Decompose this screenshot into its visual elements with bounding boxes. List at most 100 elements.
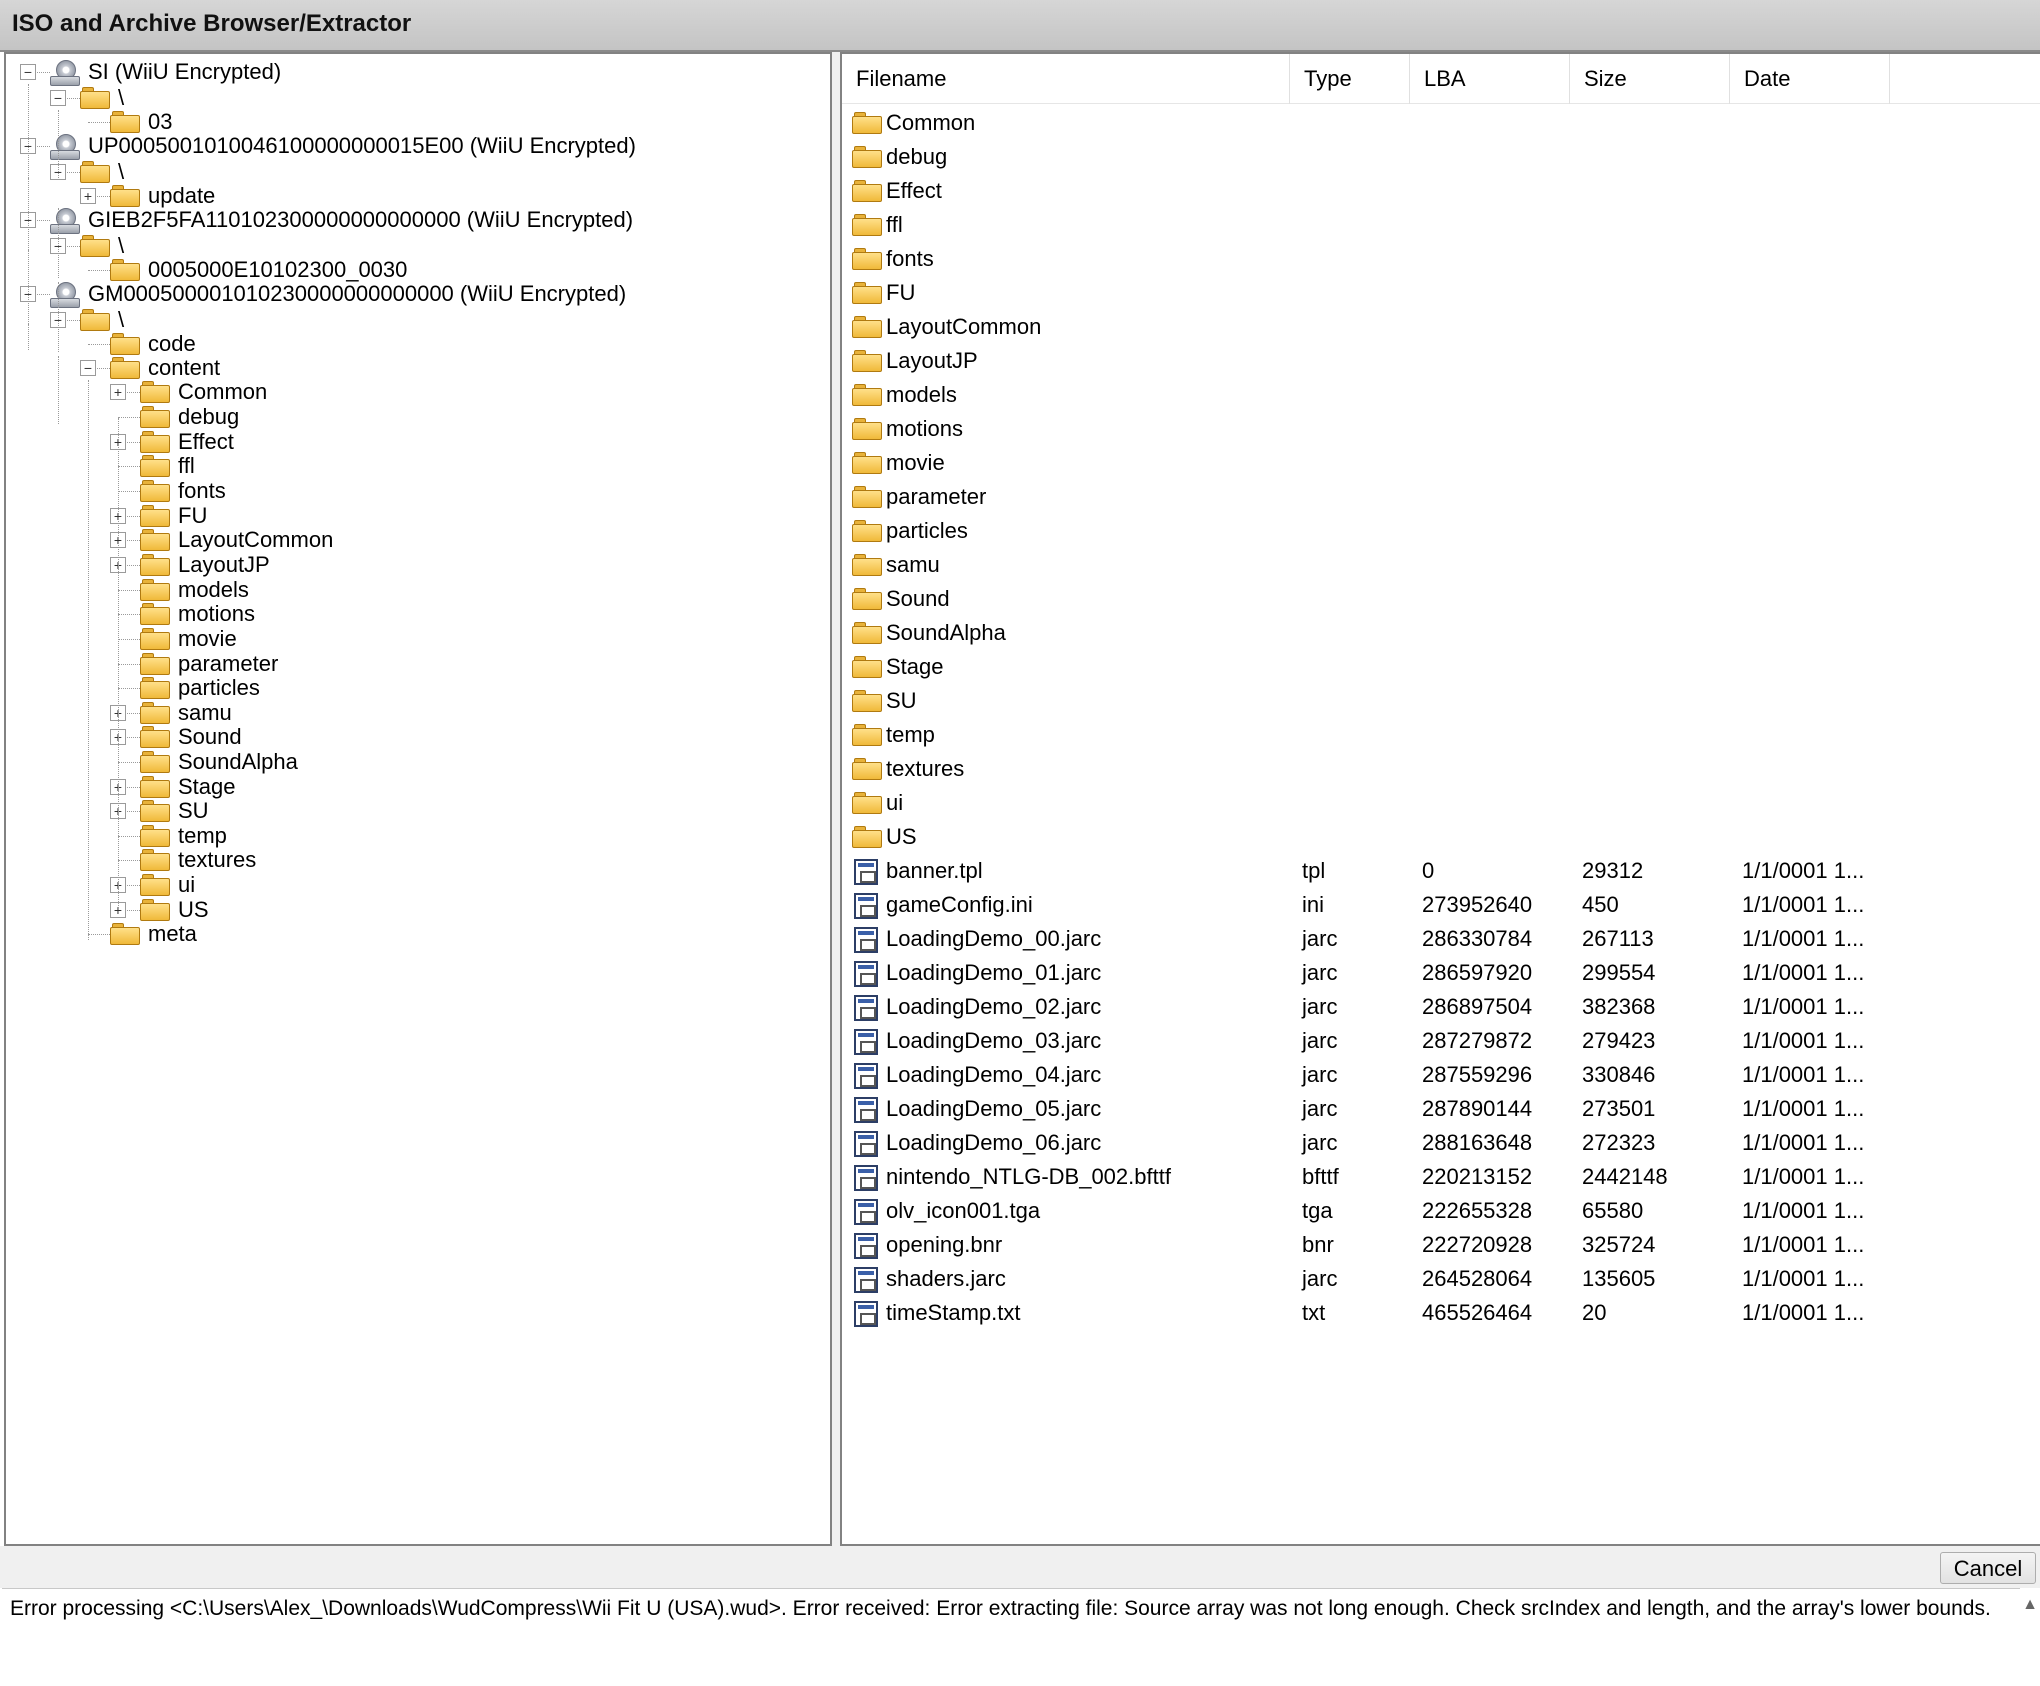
lba-cell: 222655328 — [1422, 1198, 1533, 1223]
size-cell: 272323 — [1582, 1130, 1656, 1155]
list-row-folder[interactable]: debug — [842, 140, 2040, 174]
folder-icon — [140, 848, 170, 872]
filename-cell: Sound — [886, 586, 950, 611]
lba-cell: 465526464 — [1422, 1300, 1533, 1325]
tree-connector — [118, 417, 140, 418]
list-row-file[interactable]: timeStamp.txt txt 465526464 20 1/1/0001 1... — [842, 1296, 2040, 1330]
tree-node-label: meta — [148, 921, 197, 946]
filename-cell: LayoutCommon — [886, 314, 1042, 339]
folder-icon — [140, 873, 170, 897]
list-row-folder[interactable]: motions — [842, 412, 2040, 446]
list-row-file[interactable]: LoadingDemo_00.jarc jarc 286330784 267113 1/… — [842, 922, 2040, 956]
filename-cell: Stage — [886, 654, 944, 679]
list-row-folder[interactable]: LayoutCommon — [842, 310, 2040, 344]
list-row-folder[interactable]: models — [842, 378, 2040, 412]
column-header-size[interactable]: Size — [1570, 54, 1730, 104]
expand-icon[interactable]: + — [80, 188, 96, 204]
filename-cell: ffl — [886, 212, 903, 237]
folder-icon — [140, 627, 170, 651]
filename-cell: olv_icon001.tga — [886, 1198, 1041, 1223]
folder-icon — [852, 485, 882, 509]
scroll-up-arrow-icon[interactable]: ▲ — [2022, 1596, 2038, 1616]
tree-connector — [118, 688, 140, 689]
list-row-file[interactable]: opening.bnr bnr 222720928 325724 1/1/0001 1.… — [842, 1228, 2040, 1262]
folder-icon — [140, 824, 170, 848]
list-row-folder[interactable]: Sound — [842, 582, 2040, 616]
filename-cell: LoadingDemo_01.jarc — [886, 960, 1102, 985]
date-cell: 1/1/0001 1... — [1742, 858, 1865, 883]
file-icon — [854, 961, 878, 987]
list-row-folder[interactable]: ui — [842, 786, 2040, 820]
collapse-icon[interactable]: − — [20, 64, 36, 80]
list-row-folder[interactable]: SU — [842, 684, 2040, 718]
date-cell: 1/1/0001 1... — [1742, 892, 1865, 917]
list-row-file[interactable]: LoadingDemo_02.jarc jarc 286897504 382368 1/… — [842, 990, 2040, 1024]
folder-icon — [140, 553, 170, 577]
list-row-folder[interactable]: parameter — [842, 480, 2040, 514]
list-row-folder[interactable]: particles — [842, 514, 2040, 548]
list-row-folder[interactable]: samu — [842, 548, 2040, 582]
list-row-file[interactable]: gameConfig.ini ini 273952640 450 1/1/0001 1.… — [842, 888, 2040, 922]
list-row-file[interactable]: banner.tpl tpl 0 29312 1/1/0001 1... — [842, 854, 2040, 888]
collapse-icon[interactable]: − — [50, 90, 66, 106]
list-row-file[interactable]: LoadingDemo_05.jarc jarc 287890144 273501 1/… — [842, 1092, 2040, 1126]
list-row-file[interactable]: shaders.jarc jarc 264528064 135605 1/1/0001 … — [842, 1262, 2040, 1296]
folder-icon — [852, 587, 882, 611]
list-row-folder[interactable]: Effect — [842, 174, 2040, 208]
list-row-folder[interactable]: SoundAlpha — [842, 616, 2040, 650]
filename-cell: ui — [886, 790, 904, 815]
filename-cell: SoundAlpha — [886, 620, 1006, 645]
list-row-folder[interactable]: ffl — [842, 208, 2040, 242]
file-list-view[interactable]: Filename Type LBA Size Date Common debug E… — [840, 52, 2040, 1546]
list-row-folder[interactable]: FU — [842, 276, 2040, 310]
list-row-file[interactable]: LoadingDemo_04.jarc jarc 287559296 330846 1/… — [842, 1058, 2040, 1092]
expand-icon[interactable]: + — [110, 384, 126, 400]
collapse-icon[interactable]: − — [80, 360, 96, 376]
type-cell: bnr — [1302, 1232, 1334, 1257]
list-row-file[interactable]: nintendo_NTLG-DB_002.bfttf bfttf 220213152… — [842, 1160, 2040, 1194]
list-row-file[interactable]: LoadingDemo_03.jarc jarc 287279872 279423 1/… — [842, 1024, 2040, 1058]
column-header-filename[interactable]: Filename — [842, 54, 1290, 104]
tree-connector — [118, 418, 119, 908]
folder-icon — [852, 349, 882, 373]
list-row-folder[interactable]: Stage — [842, 650, 2040, 684]
file-icon — [854, 1233, 878, 1259]
list-row-folder[interactable]: movie — [842, 446, 2040, 480]
list-row-folder[interactable]: Common — [842, 106, 2040, 140]
tree-connector — [88, 344, 110, 345]
list-row-folder[interactable]: temp — [842, 718, 2040, 752]
cancel-button[interactable]: Cancel — [1940, 1552, 2036, 1584]
filename-cell: temp — [886, 722, 935, 747]
list-row-file[interactable]: olv_icon001.tga tga 222655328 65580 1/1/0001… — [842, 1194, 2040, 1228]
filename-cell: LoadingDemo_06.jarc — [886, 1130, 1102, 1155]
folder-icon — [140, 701, 170, 725]
folder-icon — [852, 519, 882, 543]
tree-connector — [58, 110, 59, 180]
column-header-lba[interactable]: LBA — [1410, 54, 1570, 104]
lba-cell: 220213152 — [1422, 1164, 1533, 1189]
folder-icon — [140, 528, 170, 552]
folder-icon — [852, 689, 882, 713]
date-cell: 1/1/0001 1... — [1742, 1266, 1865, 1291]
column-header-type[interactable]: Type — [1290, 54, 1410, 104]
splitter[interactable] — [832, 52, 840, 1546]
date-cell: 1/1/0001 1... — [1742, 1130, 1865, 1155]
lba-cell: 286330784 — [1422, 926, 1533, 951]
tree-connector — [58, 282, 59, 352]
list-row-folder[interactable]: US — [842, 820, 2040, 854]
filename-cell: debug — [886, 144, 948, 169]
folder-icon — [140, 504, 170, 528]
folder-icon — [110, 922, 140, 946]
lba-cell: 0 — [1422, 858, 1435, 883]
list-row-file[interactable]: LoadingDemo_06.jarc jarc 288163648 272323 1/… — [842, 1126, 2040, 1160]
list-row-file[interactable]: LoadingDemo_01.jarc jarc 286597920 299554 1/… — [842, 956, 2040, 990]
column-header-date[interactable]: Date — [1730, 54, 1890, 104]
tree-view[interactable]: − SI (WiiU Encrypted) − \ 03− UP0005001010046… — [4, 52, 832, 1546]
folder-icon — [80, 160, 110, 184]
list-row-folder[interactable]: fonts — [842, 242, 2040, 276]
list-header: Filename Type LBA Size Date — [842, 54, 2040, 104]
folder-icon — [852, 825, 882, 849]
list-row-folder[interactable]: LayoutJP — [842, 344, 2040, 378]
list-row-folder[interactable]: textures — [842, 752, 2040, 786]
lba-cell: 287890144 — [1422, 1096, 1533, 1121]
